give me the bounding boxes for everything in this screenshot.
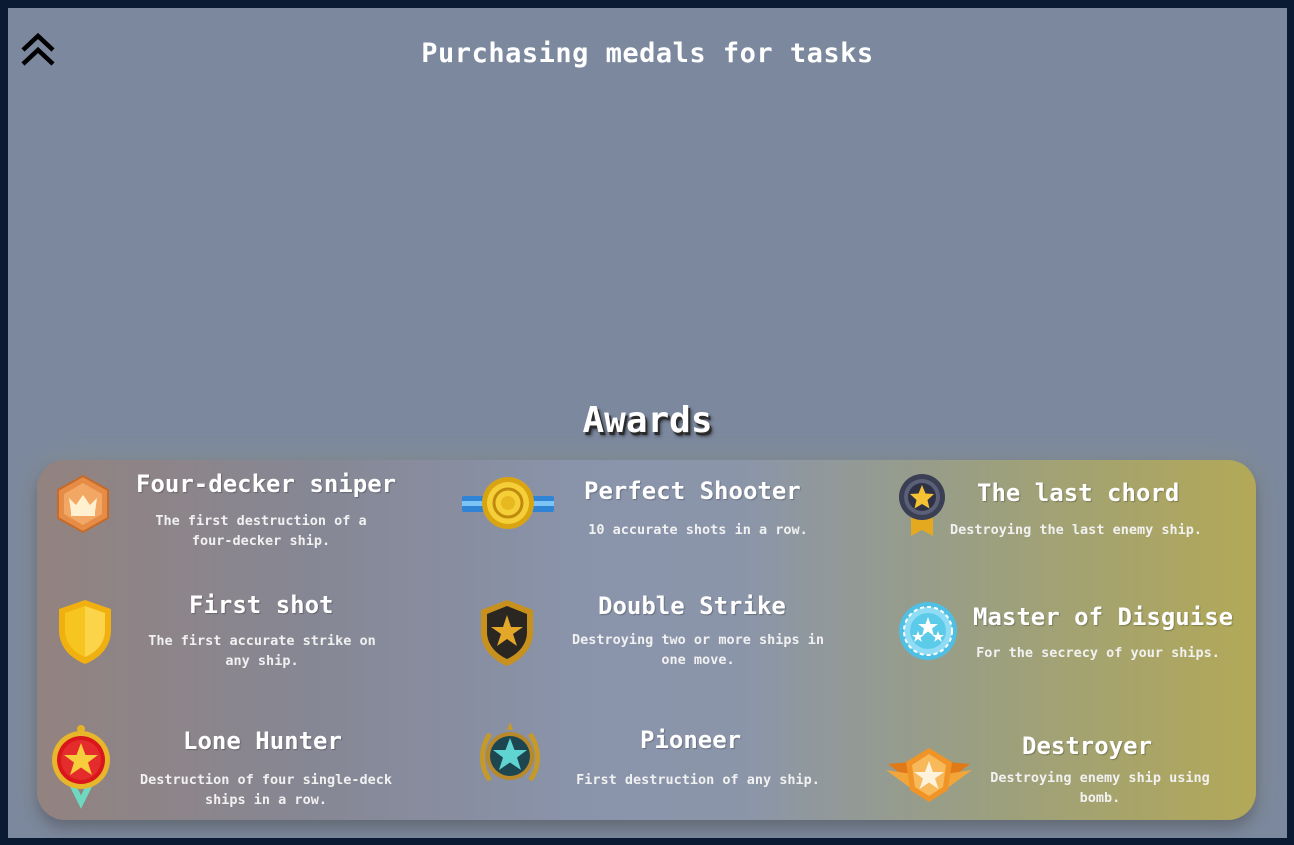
award-name: The last chord <box>977 479 1180 507</box>
laurel-star-icon <box>478 718 542 798</box>
award-description: Destroying the last enemy ship. <box>950 522 1202 538</box>
award-description: First destruction of any ship. <box>576 772 820 788</box>
award-name: Lone Hunter <box>183 727 342 755</box>
crown-hexagon-icon <box>54 474 112 538</box>
award-name: Perfect Shooter <box>584 477 801 505</box>
award-name: Destroyer <box>1022 732 1153 760</box>
game-screen: Purchasing medals for tasks Awards Four-… <box>8 8 1287 838</box>
award-name: First shot <box>189 591 334 619</box>
award-name: Four-decker sniper <box>136 470 397 498</box>
award-name: Double Strike <box>598 592 786 620</box>
red-star-medal-icon <box>51 724 111 818</box>
star-shield-icon <box>478 598 536 672</box>
page-title: Purchasing medals for tasks <box>421 38 874 69</box>
award-description: Destroying two or more ships in one move… <box>572 632 824 668</box>
award-description: For the secrecy of your ships. <box>976 645 1220 661</box>
award-description: 10 accurate shots in a row. <box>588 522 808 538</box>
winged-star-icon <box>884 744 974 810</box>
star-medal-icon <box>897 472 947 542</box>
award-description: The first accurate strike on any ship. <box>148 633 376 669</box>
award-name: Pioneer <box>640 726 742 754</box>
three-stars-badge-icon <box>897 600 959 666</box>
gold-coin-ribbon-icon <box>460 474 556 536</box>
awards-title: Awards <box>582 400 713 441</box>
shield-icon <box>56 598 114 670</box>
award-description: Destruction of four single-deck ships in… <box>140 772 392 808</box>
award-name: Master of Disguise <box>973 603 1234 631</box>
award-description: The first destruction of a four-decker s… <box>155 513 367 549</box>
award-description: Destroying enemy ship using bomb. <box>990 770 1210 806</box>
